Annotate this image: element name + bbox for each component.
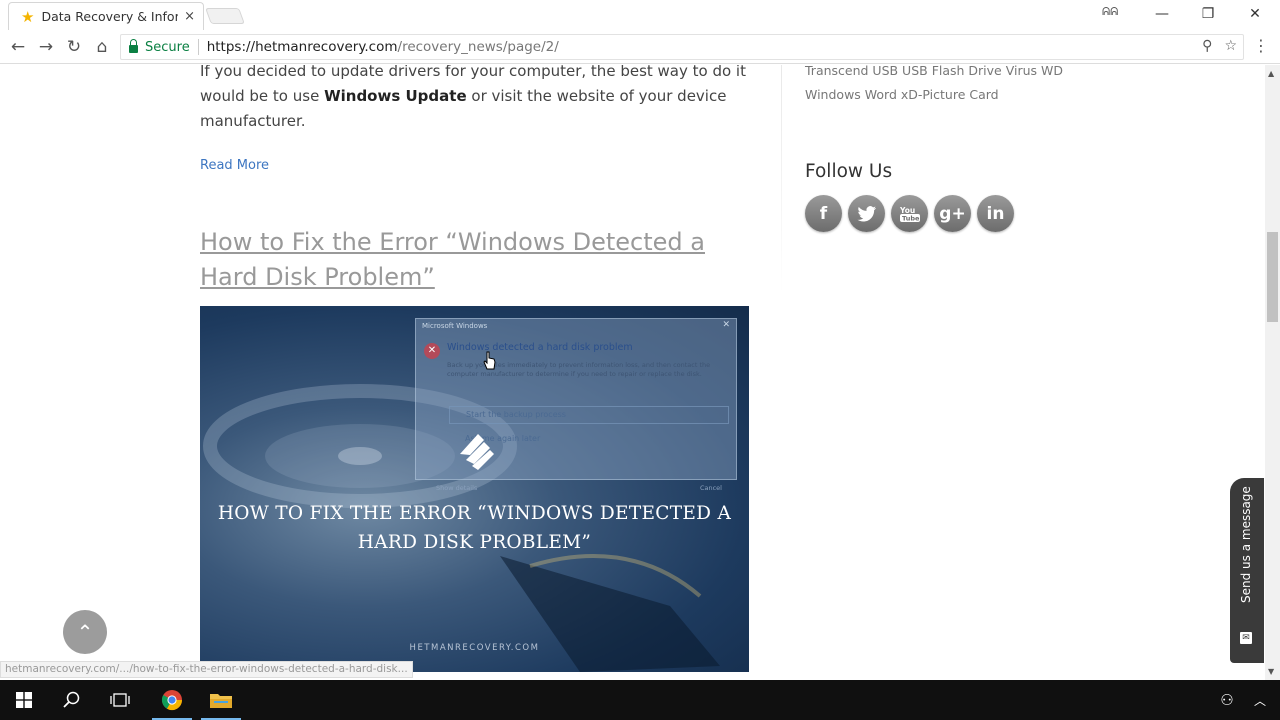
youtube-icon[interactable]: You Tube — [891, 195, 928, 232]
tray-chevron-icon[interactable]: ︿ — [1240, 680, 1280, 720]
dialog-show-details: Show details — [436, 484, 478, 492]
dialog-heading: Windows detected a hard disk problem — [447, 342, 633, 353]
hero-brand: HETMANRECOVERY.COM — [409, 643, 540, 653]
tag-cloud: Transcend USB USB Flash Drive Virus WD W… — [805, 65, 1105, 106]
hero-title: HOW TO FIX THE ERROR “WINDOWS DETECTED A… — [217, 503, 732, 553]
dialog-option-backup: Start the backup process — [449, 406, 729, 424]
dialog-cancel: Cancel — [699, 484, 722, 492]
windows-taskbar: ⚇ ︿ — [0, 680, 1280, 720]
windows-start-icon[interactable] — [0, 680, 48, 720]
scroll-down-arrow-icon[interactable]: ▼ — [1268, 667, 1274, 676]
status-bar-url: hetmanrecovery.com/.../how-to-fix-the-er… — [0, 661, 413, 678]
lock-icon — [129, 39, 138, 53]
social-icons: f You Tube g+ in — [805, 195, 1014, 232]
scroll-to-top-button[interactable]: ⌃ — [63, 610, 107, 654]
scroll-up-arrow-icon[interactable]: ▲ — [1268, 69, 1274, 78]
scroll-thumb[interactable] — [1267, 232, 1278, 322]
dialog-close-icon: ✕ — [722, 320, 730, 330]
twitter-icon[interactable] — [848, 195, 885, 232]
home-icon[interactable]: ⌂ — [91, 36, 113, 58]
post-hero-image[interactable]: Microsoft Windows ✕ ✕ Windows detected a… — [200, 306, 749, 672]
post-title-link[interactable]: How to Fix the Error “Windows Detected a… — [200, 225, 760, 295]
svg-text:Tube: Tube — [902, 214, 920, 222]
tab-title: Data Recovery & Informa — [41, 9, 179, 24]
chrome-icon[interactable] — [148, 680, 196, 720]
zoom-icon[interactable]: ⚲ — [1202, 38, 1212, 54]
web-page: If you decided to update drivers for you… — [0, 65, 1265, 680]
url-text[interactable]: https://hetmanrecovery.com/recovery_news… — [207, 39, 559, 55]
read-more-link[interactable]: Read More — [200, 158, 269, 173]
search-icon[interactable] — [48, 680, 96, 720]
page-scrollbar[interactable]: ▲ ▼ — [1265, 65, 1280, 680]
secure-label: Secure — [145, 39, 190, 55]
dialog-title: Microsoft Windows — [422, 322, 488, 330]
file-explorer-icon[interactable] — [197, 680, 245, 720]
browser-toolbar: ← → ↻ ⌂ Secure https://hetmanrecovery.co… — [0, 30, 1280, 64]
linkedin-icon[interactable]: in — [977, 195, 1014, 232]
restore-button[interactable]: ❐ — [1185, 0, 1231, 28]
browser-titlebar: ★ Data Recovery & Informa × ᕱᕱ — ❐ ✕ — [0, 0, 1280, 30]
mouse-cursor-icon — [483, 351, 496, 370]
reload-icon[interactable]: ↻ — [63, 36, 85, 58]
send-message-label: Send us a message — [1239, 486, 1253, 603]
sidebar-divider — [781, 65, 782, 295]
hetman-logo-icon — [460, 434, 494, 470]
envelope-icon: ✉ — [1240, 632, 1252, 644]
minimize-button[interactable]: — — [1139, 0, 1185, 28]
send-message-widget[interactable]: Send us a message ✉ — [1230, 478, 1264, 663]
article-paragraph: If you decided to update drivers for you… — [200, 65, 746, 130]
close-window-button[interactable]: ✕ — [1232, 0, 1278, 28]
bookmark-star-icon[interactable]: ☆ — [1224, 38, 1237, 54]
forward-icon[interactable]: → — [35, 36, 57, 58]
star-favicon-icon: ★ — [21, 7, 35, 26]
back-icon[interactable]: ← — [7, 36, 29, 58]
facebook-icon[interactable]: f — [805, 195, 842, 232]
omnibox-separator — [197, 39, 199, 55]
tag-cloud-line[interactable]: Windows Word xD-Picture Card — [805, 83, 1105, 107]
address-bar[interactable]: Secure https://hetmanrecovery.com/recove… — [120, 34, 1244, 60]
google-plus-icon[interactable]: g+ — [934, 195, 971, 232]
error-icon: ✕ — [424, 343, 440, 359]
browser-menu-icon[interactable]: ⋮ — [1253, 36, 1269, 55]
browser-tab[interactable]: ★ Data Recovery & Informa × — [8, 2, 204, 30]
tag-cloud-line[interactable]: Transcend USB USB Flash Drive Virus WD — [805, 65, 1105, 83]
new-tab-button[interactable] — [205, 8, 245, 24]
follow-us-heading: Follow Us — [805, 161, 893, 182]
close-tab-icon[interactable]: × — [184, 9, 195, 24]
task-view-icon[interactable] — [96, 680, 144, 720]
profile-icon[interactable]: ᕱᕱ — [1102, 5, 1118, 19]
